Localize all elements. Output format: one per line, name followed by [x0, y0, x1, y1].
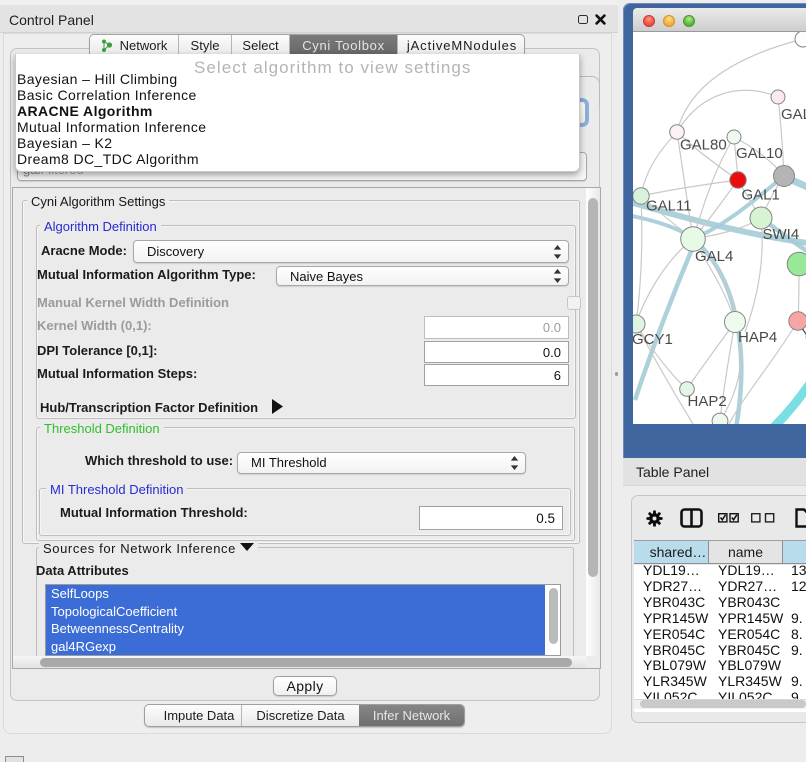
svg-text:GAL10: GAL10	[736, 145, 783, 162]
svg-text:GAL4: GAL4	[695, 248, 733, 265]
svg-text:GAL11: GAL11	[646, 198, 692, 215]
svg-text:HAP4: HAP4	[738, 329, 777, 346]
svg-text:GAL2: GAL2	[781, 106, 806, 123]
svg-text:Y: Y	[802, 326, 806, 343]
svg-text:GAL80: GAL80	[680, 137, 727, 154]
svg-text:SWI4: SWI4	[763, 226, 800, 243]
svg-text:GAL1: GAL1	[742, 187, 780, 204]
svg-text:GCY1: GCY1	[633, 331, 673, 348]
svg-text:HAP2: HAP2	[688, 393, 727, 410]
